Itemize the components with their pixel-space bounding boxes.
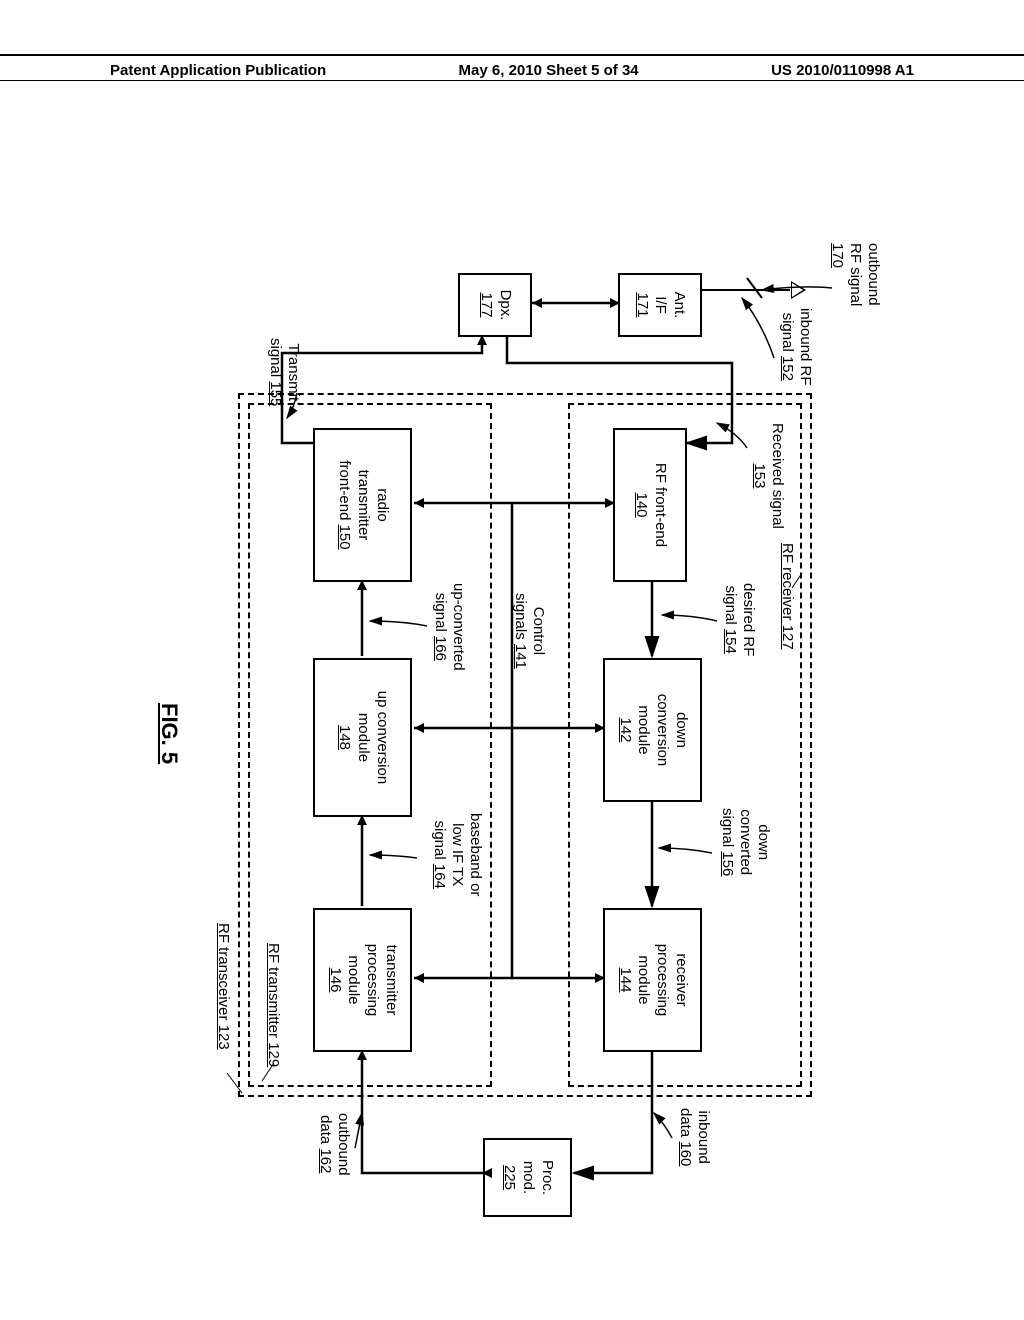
rf-fe-num: 140 (631, 492, 650, 517)
header-left: Patent Application Publication (110, 62, 326, 79)
up-conversion-box: up conversion module 148 (313, 658, 412, 817)
tpm-line2: processing (363, 944, 382, 1017)
ant-if-line1: Ant. (669, 292, 688, 319)
dcm-line3: module (634, 705, 653, 754)
proc-line1: Proc. (537, 1160, 556, 1195)
desired-rf-label: desired RF signal 154 (721, 583, 757, 656)
header-rule-2 (0, 80, 1024, 81)
transmit-signal-label: Transmit signal 155 (266, 338, 302, 406)
dcm-num: 142 (615, 717, 634, 742)
header-right: US 2010/0110998 A1 (771, 62, 914, 79)
tpm-line3: module (344, 955, 363, 1004)
inbound-data-label: inbound data 160 (676, 1108, 712, 1166)
ant-if-line2: I/F (651, 296, 670, 314)
dcm-line2: conversion (653, 694, 672, 767)
rtfe-line1: radio (372, 488, 391, 521)
down-conversion-box: down conversion module 142 (603, 658, 702, 802)
outbound-data-label: outbound data 162 (316, 1113, 352, 1176)
rf-receiver-label: RF receiver 127 (778, 543, 796, 650)
ant-if-num: 171 (632, 292, 651, 317)
rpm-line1: receiver (671, 953, 690, 1006)
receiver-processing-box: receiver processing module 144 (603, 908, 702, 1052)
header-row: Patent Application Publication May 6, 20… (0, 62, 1024, 79)
transmitter-processing-box: transmitter processing module 146 (313, 908, 412, 1052)
received-signal-label: Received signal 153 (750, 423, 786, 529)
rtfe-num: 150 (336, 525, 353, 550)
rf-front-end-box: RF front-end 140 (613, 428, 687, 582)
dpx-num: 177 (476, 292, 495, 317)
rpm-num: 144 (615, 967, 634, 992)
radio-tx-fe-box: radio transmitter front-end 150 (313, 428, 412, 582)
figure-title: FIG. 5 (156, 703, 182, 764)
control-signals-label: Control signals 141 (511, 593, 547, 669)
inbound-rf-signal-label: inbound RF signal 152 (778, 308, 814, 386)
rf-transmitter-label: RF transmitter 129 (264, 943, 282, 1067)
outbound-rf-signal-label: outbound RF signal 170 (828, 243, 882, 306)
ucm-line1: up conversion (372, 691, 391, 784)
dpx-line1: Dpx. (495, 290, 514, 321)
baseband-label: baseband or low IF TX signal 164 (430, 813, 484, 896)
diagram-rotated: Ant. I/F 171 Dpx. 177 RF front-end 140 d… (122, 243, 902, 1107)
dcm-line1: down (671, 712, 690, 748)
rf-transceiver-label: RF transceiver 123 (214, 923, 232, 1050)
header-rule: Patent Application Publication May 6, 20… (0, 54, 1024, 79)
proc-mod-box: Proc. mod. 225 (483, 1138, 572, 1217)
rpm-line3: module (634, 955, 653, 1004)
proc-line2: mod. (518, 1161, 537, 1194)
rtfe-line3: front-end (336, 460, 353, 520)
header-center: May 6, 2010 Sheet 5 of 34 (459, 62, 639, 79)
dpx-box: Dpx. 177 (458, 273, 532, 337)
ucm-line2: module (353, 713, 372, 762)
page: Patent Application Publication May 6, 20… (0, 0, 1024, 1320)
down-converted-label: down converted signal 156 (718, 808, 772, 876)
antenna-icon (791, 281, 806, 299)
ant-if-box: Ant. I/F 171 (618, 273, 702, 337)
upconverted-label: up-converted signal 166 (431, 583, 467, 671)
proc-num: 225 (499, 1165, 518, 1190)
figure-area: Ant. I/F 171 Dpx. 177 RF front-end 140 d… (80, 150, 944, 1200)
tpm-line1: transmitter (381, 945, 400, 1016)
rtfe-line2: transmitter (353, 470, 372, 541)
tpm-num: 146 (325, 967, 344, 992)
rf-fe-line1: RF front-end (650, 463, 669, 547)
rpm-line2: processing (653, 944, 672, 1017)
ucm-num: 148 (334, 725, 353, 750)
